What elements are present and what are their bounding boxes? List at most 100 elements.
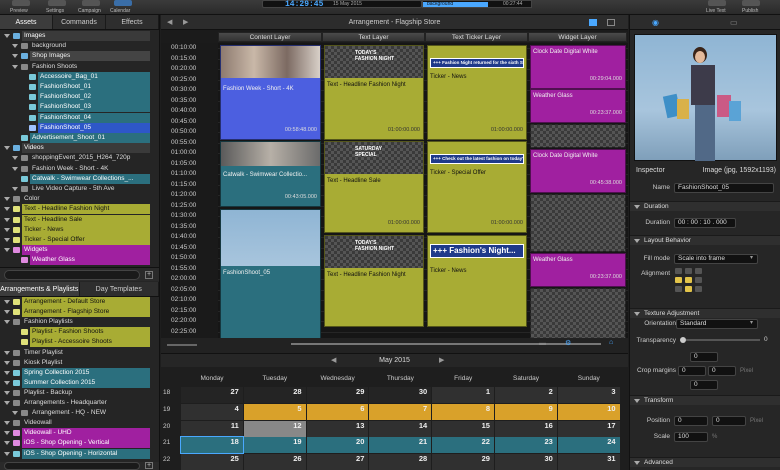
fill-mode-select[interactable]: Scale into frame [674,254,758,264]
arrangement-tree-item[interactable]: iOS - Shop Opening - Vertical [0,438,158,449]
calendar-day[interactable]: 30 [495,454,557,470]
calendar-day[interactable]: 27 [306,454,369,470]
calendar-day[interactable]: 13 [306,420,369,437]
disclosure-triangle-icon[interactable] [12,166,18,171]
arrangement-tree-item[interactable]: Spring Collection 2015 [0,367,158,378]
disclosure-triangle-icon[interactable] [4,320,10,325]
widget-empty-slot[interactable] [530,194,626,252]
calendar-day[interactable]: 19 [243,437,306,454]
calendar-day[interactable]: 28 [243,387,306,403]
calendar-day[interactable]: 12 [243,420,306,437]
text-block[interactable]: SATURDAY SPECIAL Text - Headline Sale 01:0… [324,141,424,233]
asset-tree-item[interactable]: background [0,41,158,51]
alignment-cell[interactable] [685,277,692,283]
arrangement-tree-item[interactable]: Arrangement - HQ - NEW [0,408,158,418]
arrangement-tree-item[interactable]: Kiosk Playlist [0,358,158,368]
arrangement-tree-item[interactable]: Playlist - Accessoire Shoots [0,337,158,348]
asset-tree-item[interactable]: FashionShoot_03 [0,102,158,113]
position-y-field[interactable]: 0 [712,416,746,426]
crop-top-field[interactable]: 0 [690,352,718,362]
arrangement-search-input[interactable] [4,462,140,470]
disclosure-triangle-icon[interactable] [4,380,10,385]
tab-arrangements-playlists[interactable]: Arrangements & Playlists [0,282,80,296]
position-x-field[interactable]: 0 [674,416,708,426]
disclosure-triangle-icon[interactable] [4,310,10,315]
grid-view-icon[interactable] [589,19,597,26]
fill-mode-chevron-icon[interactable]: ▾ [750,254,753,261]
tab-assets[interactable]: Assets [0,15,53,29]
advanced-section[interactable]: Advanced [630,457,780,467]
asset-tree-item[interactable]: Text - Headline Fashion Night [0,204,158,215]
calendar-day[interactable]: 11 [181,420,243,437]
disclosure-triangle-icon[interactable] [4,227,10,232]
calendar-prev-icon[interactable]: ◀ [331,354,336,368]
ticker-block[interactable]: +++ Fashion's Night... Ticker - News [427,235,527,327]
disclosure-triangle-icon[interactable] [12,44,18,49]
asset-tree-item[interactable]: Live Video Capture - 5th Ave [0,184,158,194]
calendar-day[interactable]: 22 [432,437,494,454]
calendar-day[interactable]: 25 [181,454,243,470]
arrangement-tree-item[interactable]: Arrangement - Flagship Store [0,307,158,318]
calendar-day[interactable]: 5 [243,403,306,420]
disclosure-triangle-icon[interactable] [4,217,10,222]
disclosure-triangle-icon[interactable] [4,350,10,355]
tab-effects[interactable]: Effects [106,15,159,29]
disclosure-triangle-icon[interactable] [4,451,10,456]
asset-tree-item[interactable]: Shop Images [0,51,158,62]
arrangement-tree-item[interactable]: Arrangement - Default Store [0,297,158,307]
calendar-day[interactable]: 20 [306,437,369,454]
ticker-block[interactable]: +++ Fashion Night returned for the sixth… [427,45,527,140]
disclosure-triangle-icon[interactable] [4,238,10,242]
asset-search-input[interactable] [4,270,140,280]
asset-tree-item[interactable]: Fashion Shoots [0,62,158,72]
list-view-icon[interactable] [607,19,615,26]
arrangement-tree-item[interactable]: iOS - Shop Opening - Horizontal [0,448,158,459]
alignment-cell[interactable] [675,268,682,274]
name-field[interactable]: FashionShoot_05 [674,183,774,193]
calendar-day[interactable]: 29 [306,387,369,403]
page-icon[interactable]: ▭ [730,18,738,27]
calendar-day[interactable]: 15 [432,420,494,437]
asset-tree-item[interactable]: Weather Glass [0,255,158,266]
arrangement-tree-item[interactable]: Playlist - Fashion Shoots [0,327,158,338]
column-content-layer[interactable]: Content Layer [218,32,322,42]
settings-icon[interactable]: ⚙ [565,339,571,347]
asset-tree-item[interactable]: Fashion Week - Short - 4K [0,164,158,174]
disclosure-triangle-icon[interactable] [4,207,10,212]
asset-tree-item[interactable]: FashionShoot_05 [0,122,158,133]
widget-block[interactable]: Weather Glass 00:23:37.000 [530,89,626,123]
asset-tree-item[interactable]: Ticker - Special Offer [0,235,158,245]
calendar-day[interactable]: 24 [557,437,620,454]
disclosure-triangle-icon[interactable] [4,34,10,38]
widget-empty-slot[interactable] [530,124,626,148]
calendar-day[interactable]: 30 [369,387,432,403]
calendar-day[interactable]: 9 [495,403,557,420]
text-block[interactable]: TODAY'S FASHION NIGHT Text - Headline Fas… [324,235,424,327]
calendar-day[interactable]: 17 [557,420,620,437]
calendar-day[interactable]: 7 [369,403,432,420]
content-block[interactable]: Fashion Week - Short - 4K 00:58:48.000 [220,45,321,140]
asset-tree-item[interactable]: Ticker - News [0,224,158,235]
asset-tree-item[interactable]: Images [0,31,158,41]
duration-field[interactable]: 00 : 00 : 10 . 000 [674,218,736,228]
calendar-day[interactable]: 14 [369,420,432,437]
publish-button[interactable] [742,0,760,6]
orientation-chevron-icon[interactable]: ▾ [750,319,753,326]
column-text-ticker-layer[interactable]: Text Ticker Layer [425,32,528,42]
calendar-day[interactable]: 4 [181,403,243,420]
calendar-day[interactable]: 27 [181,387,243,403]
calendar-day[interactable]: 3 [557,387,620,403]
transform-section[interactable]: Transform [630,395,780,405]
nav-forward-icon[interactable]: ▶ [183,15,188,30]
arrangement-tree-item[interactable]: Summer Collection 2015 [0,377,158,388]
calendar-next-icon[interactable]: ▶ [439,354,444,368]
zoom-slider[interactable] [167,344,197,346]
calendar-day[interactable]: 2 [495,387,557,403]
asset-tree-item[interactable]: FashionShoot_01 [0,82,158,92]
arrangement-tree-item[interactable]: Arrangements - Headquarter [0,398,158,408]
nav-back-icon[interactable]: ◀ [167,15,172,30]
asset-tree-item[interactable]: Color [0,194,158,204]
disclosure-triangle-icon[interactable] [4,441,10,446]
arrangement-tree-item[interactable]: Videowall - UHD [0,428,158,439]
asset-tree-item[interactable]: Text - Headline Sale [0,214,158,225]
